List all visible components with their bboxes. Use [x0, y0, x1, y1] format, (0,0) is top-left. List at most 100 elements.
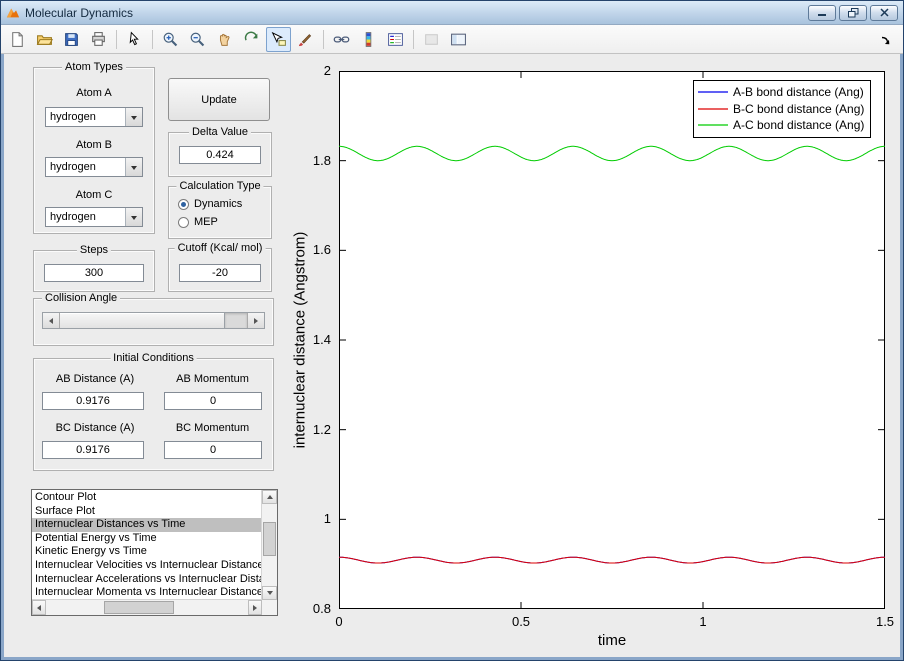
slider-right-arrow[interactable]: [247, 313, 264, 328]
scroll-left-arrow[interactable]: [32, 600, 46, 615]
chevron-down-icon[interactable]: [125, 158, 142, 176]
save-icon[interactable]: [59, 27, 84, 52]
bc-momentum-field[interactable]: 0: [164, 441, 262, 459]
toolbar-separator: [323, 30, 324, 49]
atom-b-label: Atom B: [34, 139, 154, 151]
bc-distance-field[interactable]: 0.9176: [42, 441, 144, 459]
rotate-icon[interactable]: [239, 27, 264, 52]
panel-title: Atom Types: [62, 61, 126, 73]
scroll-down-arrow[interactable]: [262, 586, 277, 600]
radio-dot-icon: [178, 199, 189, 210]
collision-angle-panel: Collision Angle: [33, 298, 274, 346]
scroll-up-arrow[interactable]: [262, 490, 277, 504]
calculation-type-options: Dynamics MEP: [178, 197, 242, 233]
pan-icon[interactable]: [212, 27, 237, 52]
chevron-down-icon[interactable]: [125, 108, 142, 126]
panel-title: Collision Angle: [42, 292, 120, 304]
open-icon[interactable]: [32, 27, 57, 52]
delta-value-panel: Delta Value 0.424: [168, 132, 272, 177]
plot-canvas[interactable]: [339, 71, 885, 609]
atom-c-dropdown[interactable]: hydrogen: [45, 207, 143, 227]
vertical-scrollbar[interactable]: [261, 490, 277, 600]
list-item[interactable]: Surface Plot: [32, 505, 262, 519]
legend-entry: B-C bond distance (Ang): [698, 101, 866, 118]
panel-title: Initial Conditions: [110, 352, 197, 364]
list-item[interactable]: Internuclear Velocities vs Internuclear …: [32, 559, 262, 573]
legend-line-sample: [698, 104, 728, 114]
legend-entry: A-B bond distance (Ang): [698, 84, 866, 101]
list-item[interactable]: Internuclear Accelerations vs Internucle…: [32, 573, 262, 587]
title-bar: Molecular Dynamics: [1, 1, 903, 25]
slider-left-arrow[interactable]: [43, 313, 60, 328]
plot-type-list: Contour PlotSurface PlotInternuclear Dis…: [32, 491, 262, 600]
chevron-down-icon[interactable]: [125, 208, 142, 226]
minimize-button[interactable]: [808, 5, 836, 21]
app-icon: [6, 6, 20, 20]
ab-distance-label: AB Distance (A): [40, 373, 150, 385]
legend-line-sample: [698, 87, 728, 97]
cutoff-field[interactable]: -20: [179, 264, 261, 282]
atom-b-dropdown[interactable]: hydrogen: [45, 157, 143, 177]
list-item[interactable]: Internuclear Momenta vs Internuclear Dis…: [32, 586, 262, 600]
atom-a-dropdown[interactable]: hydrogen: [45, 107, 143, 127]
horizontal-scroll-thumb[interactable]: [104, 601, 174, 614]
list-item[interactable]: Contour Plot: [32, 491, 262, 505]
list-item[interactable]: Potential Energy vs Time: [32, 532, 262, 546]
legend-label: B-C bond distance (Ang): [733, 102, 864, 116]
radio-label: Dynamics: [194, 198, 242, 210]
scroll-right-arrow[interactable]: [248, 600, 262, 615]
ab-momentum-label: AB Momentum: [160, 373, 265, 385]
new-icon[interactable]: [5, 27, 30, 52]
zoom-in-icon[interactable]: [158, 27, 183, 52]
atom-a-value: hydrogen: [46, 108, 125, 126]
colorbar-icon[interactable]: [356, 27, 381, 52]
show-plot-tools-icon[interactable]: [446, 27, 471, 52]
vertical-scroll-thumb[interactable]: [263, 522, 276, 556]
legend-line-sample: [698, 120, 728, 130]
print-icon[interactable]: [86, 27, 111, 52]
legend-icon[interactable]: [383, 27, 408, 52]
atom-c-label: Atom C: [34, 189, 154, 201]
horizontal-scrollbar[interactable]: [32, 599, 262, 615]
brush-icon[interactable]: [293, 27, 318, 52]
legend-label: A-B bond distance (Ang): [733, 85, 864, 99]
steps-panel: Steps 300: [33, 250, 155, 292]
list-item[interactable]: Kinetic Energy vs Time: [32, 545, 262, 559]
atom-b-value: hydrogen: [46, 158, 125, 176]
steps-field[interactable]: 300: [44, 264, 144, 282]
ab-distance-field[interactable]: 0.9176: [42, 392, 144, 410]
calculation-type-panel: Calculation Type DynamicsMEP: [168, 186, 272, 239]
initial-conditions-panel: Initial Conditions AB Distance (A) AB Mo…: [33, 358, 274, 471]
radio-dot-icon: [178, 217, 189, 228]
list-item[interactable]: Internuclear Distances vs Time: [32, 518, 262, 532]
bc-momentum-label: BC Momentum: [160, 422, 265, 434]
radio-label: MEP: [194, 216, 218, 228]
scrollbar-corner: [262, 600, 277, 615]
panel-title: Steps: [77, 244, 111, 256]
ab-momentum-field[interactable]: 0: [164, 392, 262, 410]
panel-title: Cutoff (Kcal/ mol): [175, 242, 266, 254]
toolbar-separator: [413, 30, 414, 49]
window-title: Molecular Dynamics: [25, 6, 133, 20]
legend-entry: A-C bond distance (Ang): [698, 117, 866, 134]
radio-dynamics[interactable]: Dynamics: [178, 197, 242, 211]
zoom-out-icon[interactable]: [185, 27, 210, 52]
radio-mep[interactable]: MEP: [178, 215, 242, 229]
dock-figure-icon[interactable]: [880, 34, 894, 48]
link-plot-icon[interactable]: [329, 27, 354, 52]
slider-thumb[interactable]: [60, 313, 225, 328]
toolbar-separator: [152, 30, 153, 49]
update-button[interactable]: Update: [168, 78, 270, 121]
legend-label: A-C bond distance (Ang): [733, 118, 864, 132]
toolbar-separator: [116, 30, 117, 49]
hide-plot-tools-icon: [419, 27, 444, 52]
close-button[interactable]: [870, 5, 898, 21]
chart-legend: A-B bond distance (Ang) B-C bond distance…: [693, 80, 871, 138]
restore-button[interactable]: [839, 5, 867, 21]
delta-value-field[interactable]: 0.424: [179, 146, 261, 164]
collision-angle-slider[interactable]: [42, 312, 265, 329]
pointer-icon[interactable]: [122, 27, 147, 52]
data-cursor-icon[interactable]: [266, 27, 291, 52]
toolbar: [1, 25, 903, 54]
slider-trough[interactable]: [225, 313, 247, 328]
